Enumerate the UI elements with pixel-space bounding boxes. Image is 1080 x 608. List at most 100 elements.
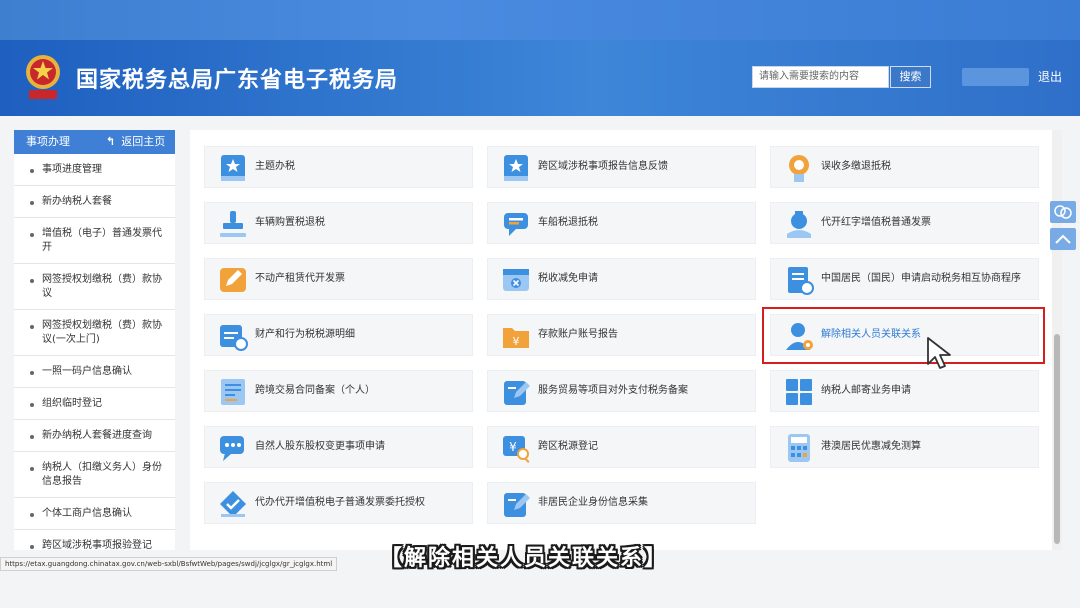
service-tile[interactable]: 误收多缴退抵税 (770, 146, 1039, 188)
sidebar-item-label: 事项进度管理 (42, 164, 102, 175)
service-tile[interactable]: 非居民企业身份信息采集 (487, 482, 756, 524)
calendar-clock-icon (220, 325, 248, 351)
sidebar-title: 事项办理 (26, 135, 70, 148)
search-button[interactable]: 搜索 (890, 66, 931, 88)
bullet-icon (30, 545, 34, 549)
service-tile-label: 非居民企业身份信息采集 (538, 497, 648, 508)
sidebar-item[interactable]: 网签授权划缴税（费）款协议 (14, 264, 175, 310)
yen-folder-icon: ¥ (503, 328, 529, 348)
bullet-icon (30, 233, 34, 237)
service-tile[interactable]: 车辆购置税退税 (204, 202, 473, 244)
service-tile-label: 税收减免申请 (538, 273, 598, 284)
service-tile[interactable]: 代办代开增值税电子普通发票委托授权 (204, 482, 473, 524)
service-tile[interactable]: 车船税退抵税 (487, 202, 756, 244)
pen-document-icon (504, 493, 530, 517)
service-tile-label: 中国居民（国民）申请启动税务相互协商程序 (821, 273, 1021, 284)
service-tile[interactable]: 税收减免申请 (487, 258, 756, 300)
service-tile[interactable]: 跨境交易合同备案（个人） (204, 370, 473, 412)
sidebar-item-label: 组织临时登记 (42, 398, 102, 409)
service-tile[interactable]: 自然人股东股权变更事项申请 (204, 426, 473, 468)
bullet-icon (30, 403, 34, 407)
site-title: 国家税务总局广东省电子税务局 (76, 68, 399, 93)
service-tile-label: 港澳居民优惠减免测算 (821, 441, 921, 452)
service-tile-label: 跨区税源登记 (538, 441, 598, 452)
service-tile-label: 代开红字增值税普通发票 (821, 217, 931, 228)
user-name-box[interactable] (962, 68, 1029, 86)
search-input[interactable]: 请输入需要搜索的内容 (752, 66, 889, 88)
sidebar-item-label: 一照一码户信息确认 (42, 366, 132, 377)
service-tile[interactable]: 跨区域涉税事项报告信息反馈 (487, 146, 756, 188)
dialog-x-icon (503, 269, 529, 291)
service-tile-label: 存款账户账号报告 (538, 329, 618, 340)
pen-document-icon (504, 381, 530, 405)
medal-icon (789, 155, 809, 182)
feedback-float-button[interactable] (1050, 201, 1076, 223)
sidebar-item-label: 增值税（电子）普通发票代开 (42, 228, 162, 253)
bullet-icon (30, 371, 34, 375)
star-book-icon (504, 155, 528, 181)
sidebar-item[interactable]: 增值税（电子）普通发票代开 (14, 218, 175, 264)
service-tile[interactable]: 财产和行为税税源明细 (204, 314, 473, 356)
service-tile[interactable]: ¥ 跨区税源登记 (487, 426, 756, 468)
svg-text:¥: ¥ (509, 440, 517, 454)
service-tile[interactable]: 中国居民（国民）申请启动税务相互协商程序 (770, 258, 1039, 300)
service-tile-label: 误收多缴退抵税 (821, 161, 891, 172)
sidebar-item[interactable]: 新办纳税人套餐进度查询 (14, 420, 175, 452)
chat-bubble-icon (504, 213, 528, 236)
service-tile-label: 车船税退抵税 (538, 217, 598, 228)
service-tile-label: 服务贸易等项目对外支付税务备案 (538, 385, 688, 396)
service-tile[interactable]: 代开红字增值税普通发票 (770, 202, 1039, 244)
sidebar-list: 事项进度管理新办纳税人套餐增值税（电子）普通发票代开网签授权划缴税（费）款协议网… (14, 154, 175, 550)
sidebar-item[interactable]: 组织临时登记 (14, 388, 175, 420)
service-tile[interactable]: 服务贸易等项目对外支付税务备案 (487, 370, 756, 412)
sidebar-item-label: 新办纳税人套餐进度查询 (42, 430, 152, 441)
status-url: https://etax.guangdong.chinatax.gov.cn/w… (0, 557, 338, 571)
service-tile[interactable]: 港澳居民优惠减免测算 (770, 426, 1039, 468)
bullet-icon (30, 169, 34, 173)
service-tile[interactable]: 纳税人邮寄业务申请 (770, 370, 1039, 412)
tax-emblem-logo (26, 55, 60, 99)
scrollbar[interactable] (1052, 130, 1062, 550)
sidebar-item[interactable]: 网签授权划缴税（费）款协议(一次上门) (14, 310, 175, 356)
service-tile-label: 自然人股东股权变更事项申请 (255, 441, 385, 452)
sidebar-header: 事项办理 ↰ 返回主页 (14, 130, 175, 154)
logout-link[interactable]: 退出 (1038, 68, 1062, 86)
mouse-cursor-icon (927, 337, 951, 369)
chevron-up-icon (1055, 234, 1071, 244)
service-tile[interactable]: 不动产租赁代开发票 (204, 258, 473, 300)
check-diamond-icon (220, 491, 246, 517)
svg-text:¥: ¥ (513, 335, 520, 348)
contract-icon (221, 379, 245, 405)
sidebar-item-label: 个体工商户信息确认 (42, 508, 132, 519)
stamp-icon (220, 211, 246, 237)
back-home-link[interactable]: ↰ 返回主页 (106, 130, 165, 154)
bullet-icon (30, 279, 34, 283)
bullet-icon (30, 513, 34, 517)
service-tile-label: 车辆购置税退税 (255, 217, 325, 228)
service-tile[interactable]: 主题办税 (204, 146, 473, 188)
chat-icon (1054, 205, 1072, 219)
top-banner (0, 0, 1080, 40)
pencil-icon (220, 268, 246, 292)
yen-search-icon: ¥ (503, 436, 530, 463)
sidebar-item-label: 网签授权划缴税（费）款协议(一次上门) (42, 320, 162, 345)
sidebar-item[interactable]: 跨区域涉税事项报验登记 (14, 530, 175, 550)
sidebar-item[interactable]: 个体工商户信息确认 (14, 498, 175, 530)
bullet-icon (30, 435, 34, 439)
sidebar-item[interactable]: 一照一码户信息确认 (14, 356, 175, 388)
sidebar-item[interactable]: 事项进度管理 (14, 154, 175, 186)
highlight-box (762, 307, 1045, 364)
back-to-top-button[interactable] (1050, 228, 1076, 250)
sidebar-item[interactable]: 新办纳税人套餐 (14, 186, 175, 218)
video-caption: 【解除相关人员关联关系】 (380, 546, 669, 571)
sidebar: 事项办理 ↰ 返回主页 事项进度管理 新办纳税人套餐 增值税（电子）普通发票代开 网签授… (14, 130, 175, 550)
service-tile-label: 跨区域涉税事项报告信息反馈 (538, 161, 668, 172)
document-clock-icon (788, 267, 814, 295)
back-arrow-icon: ↰ (106, 135, 116, 148)
chat-dots-icon (220, 436, 244, 461)
scroll-thumb[interactable] (1054, 334, 1060, 544)
money-bag-icon (787, 211, 811, 238)
sidebar-item[interactable]: 纳税人（扣缴义务人）身份信息报告 (14, 452, 175, 498)
service-tile[interactable]: ¥ 存款账户账号报告 (487, 314, 756, 356)
site-header: 国家税务总局广东省电子税务局 请输入需要搜索的内容 搜索 退出 (0, 40, 1080, 116)
